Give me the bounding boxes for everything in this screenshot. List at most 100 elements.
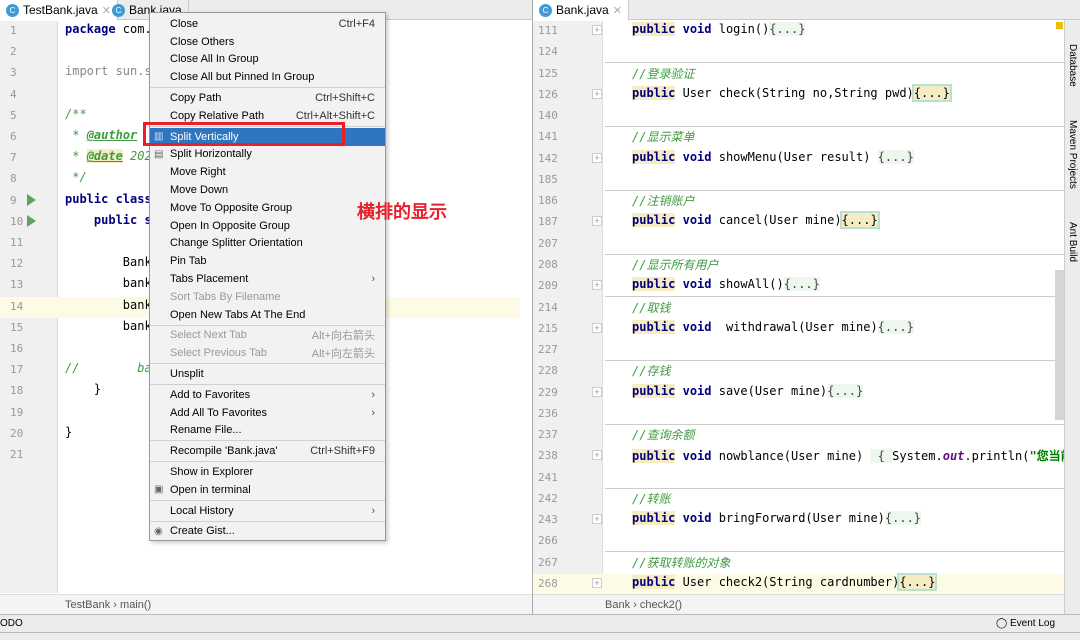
warning-marker[interactable] xyxy=(1056,22,1063,29)
line-number: 2 xyxy=(10,45,17,59)
menu-separator xyxy=(150,87,385,89)
method-separator xyxy=(605,189,1065,191)
breadcrumb-item[interactable]: TestBank xyxy=(65,599,110,611)
menu-item-local-history[interactable]: Local History › xyxy=(150,502,385,520)
highlight-box xyxy=(143,122,345,146)
line-number: 236 xyxy=(538,406,558,420)
method-separator xyxy=(605,360,1065,362)
menu-item-open-in-terminal[interactable]: ▣ Open in terminal xyxy=(150,481,385,499)
code-line: public void showMenu(User result) {...} xyxy=(632,149,914,164)
tab-bank-right[interactable]: C Bank.java ✕ xyxy=(533,0,629,20)
code-line: //注销账户 xyxy=(632,194,695,209)
split-horizontally-icon: ▤ xyxy=(154,148,164,160)
submenu-arrow-icon: › xyxy=(371,388,375,401)
code-line: bank. xyxy=(65,276,159,291)
menu-item-close[interactable]: Close Ctrl+F4 xyxy=(150,15,385,33)
right-breadcrumb: Bank › check2() xyxy=(533,594,1064,614)
menu-item-move-down[interactable]: Move Down xyxy=(150,181,385,199)
expand-fold-icon[interactable]: + xyxy=(592,152,602,163)
line-number: 10 xyxy=(10,214,24,228)
expand-fold-icon[interactable]: + xyxy=(592,386,602,397)
breadcrumb-item[interactable]: Bank xyxy=(605,599,630,611)
line-number: 13 xyxy=(10,278,24,292)
expand-fold-icon[interactable]: + xyxy=(592,88,602,99)
code-line: } xyxy=(65,382,102,397)
menu-item-pin-tab[interactable]: Pin Tab xyxy=(150,252,385,270)
line-number: 243 xyxy=(538,513,558,527)
menu-separator xyxy=(150,499,385,501)
menu-item-label: Unsplit xyxy=(170,368,204,381)
menu-separator xyxy=(150,520,385,522)
code-line: //取钱 xyxy=(632,300,671,315)
menu-item-label: Close xyxy=(170,17,199,30)
run-icon[interactable] xyxy=(27,193,36,206)
line-number: 185 xyxy=(538,172,558,186)
menu-item-open-new-tabs-at-the-end[interactable]: Open New Tabs At The End xyxy=(150,306,385,324)
database-tool[interactable]: Database xyxy=(1067,44,1078,87)
line-number: 8 xyxy=(10,172,17,186)
expand-fold-icon[interactable]: + xyxy=(592,216,602,227)
expand-fold-icon[interactable]: + xyxy=(592,450,602,461)
menu-item-shortcut: Ctrl+Shift+C xyxy=(315,92,375,105)
class-icon: C xyxy=(112,3,125,17)
code-line: public void nowblance(User mine) { Syste… xyxy=(632,449,1080,464)
ant-build-tool[interactable]: Ant Build xyxy=(1067,222,1078,262)
scrollbar-thumb[interactable] xyxy=(1055,270,1064,420)
menu-item-close-all-in-group[interactable]: Close All In Group xyxy=(150,51,385,69)
code-line: public void login(){...} xyxy=(632,22,806,36)
menu-item-label: Open In Opposite Group xyxy=(170,219,290,232)
menu-item-move-right[interactable]: Move Right xyxy=(150,163,385,181)
menu-item-close-others[interactable]: Close Others xyxy=(150,33,385,51)
run-icon[interactable] xyxy=(27,214,36,227)
breadcrumb-item[interactable]: main() xyxy=(120,599,151,611)
expand-fold-icon[interactable]: + xyxy=(592,322,602,333)
menu-item-close-all-but-pinned-in-group[interactable]: Close All but Pinned In Group xyxy=(150,68,385,86)
code-line: //转账 xyxy=(632,491,671,506)
line-number: 9 xyxy=(10,193,17,207)
expand-fold-icon[interactable]: + xyxy=(592,578,602,589)
menu-item-shortcut: Alt+向右箭头 xyxy=(311,330,375,343)
menu-item-add-all-to-favorites[interactable]: Add All To Favorites › xyxy=(150,404,385,422)
line-number: 267 xyxy=(538,555,558,569)
line-number: 1 xyxy=(10,24,17,37)
menu-item-open-in-opposite-group[interactable]: Open In Opposite Group xyxy=(150,217,385,235)
menu-item-create-gist[interactable]: ◉ Create Gist... xyxy=(150,523,385,541)
menu-item-shortcut: Alt+向左箭头 xyxy=(311,348,375,361)
line-number: 268 xyxy=(538,577,558,591)
line-number: 18 xyxy=(10,384,24,398)
event-log-button[interactable]: ◯ Event Log xyxy=(996,618,1055,629)
maven-projects-tool[interactable]: Maven Projects xyxy=(1067,120,1078,189)
menu-item-label: Close Others xyxy=(170,35,235,48)
class-icon: C xyxy=(6,3,19,17)
menu-item-label: Rename File... xyxy=(170,424,242,437)
menu-item-split-horizontally[interactable]: ▤ Split Horizontally xyxy=(150,146,385,164)
menu-item-recompile-bank-java[interactable]: Recompile 'Bank.java' Ctrl+Shift+F9 xyxy=(150,442,385,460)
menu-item-change-splitter-orientation[interactable]: Change Splitter Orientation xyxy=(150,235,385,253)
menu-item-show-in-explorer[interactable]: Show in Explorer xyxy=(150,463,385,481)
expand-fold-icon[interactable]: + xyxy=(592,514,602,525)
right-tool-strip: Database Maven Projects Ant Build xyxy=(1064,20,1080,614)
menu-item-add-to-favorites[interactable]: Add to Favorites › xyxy=(150,386,385,404)
expand-fold-icon[interactable]: + xyxy=(592,280,602,291)
code-line: public User check2(String cardnumber){..… xyxy=(632,573,938,592)
menu-item-unsplit[interactable]: Unsplit xyxy=(150,365,385,383)
code-line: public void showAll(){...} xyxy=(632,277,820,292)
breadcrumb-item[interactable]: check2() xyxy=(640,599,682,611)
method-separator xyxy=(605,253,1065,255)
tab-context-menu: Close Ctrl+F4 Close Others Close All In Gro… xyxy=(149,12,386,542)
menu-item-rename-file[interactable]: Rename File... xyxy=(150,422,385,440)
line-number: 20 xyxy=(10,426,24,440)
menu-item-select-previous-tab: Select Previous Tab Alt+向左箭头 xyxy=(150,344,385,362)
status-bar xyxy=(0,633,1080,640)
code-line: // ba xyxy=(65,361,152,376)
todo-tool[interactable]: ODO xyxy=(0,618,23,629)
code-line: } xyxy=(65,424,73,439)
tab-testbank[interactable]: C TestBank.java ✕ xyxy=(0,0,118,20)
expand-fold-icon[interactable]: + xyxy=(592,25,602,35)
menu-item-move-to-opposite-group[interactable]: Move To Opposite Group xyxy=(150,199,385,217)
menu-item-tabs-placement[interactable]: Tabs Placement › xyxy=(150,270,385,288)
line-number: 227 xyxy=(538,343,558,357)
submenu-arrow-icon: › xyxy=(371,504,375,517)
close-tab-icon[interactable]: ✕ xyxy=(613,4,622,17)
menu-item-copy-path[interactable]: Copy Path Ctrl+Shift+C xyxy=(150,89,385,107)
